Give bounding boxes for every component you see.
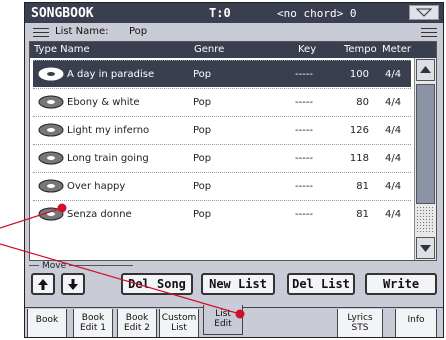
scroll-down-button[interactable] [416, 237, 435, 259]
song-key: ----- [295, 97, 314, 108]
table-header: Type Name Genre Key Tempo Meter [30, 42, 436, 58]
table-row[interactable]: A day in paradise Pop ----- 100 4/4 [33, 60, 411, 87]
song-meter: 4/4 [385, 181, 402, 192]
write-button[interactable]: Write [365, 273, 437, 295]
song-genre: Pop [193, 153, 212, 164]
song-name: Ebony & white [67, 97, 140, 108]
tab-label: Book [125, 313, 149, 323]
tab-label: Custom [161, 313, 197, 323]
song-meter: 4/4 [385, 69, 402, 80]
tab-book-edit-1[interactable]: Book Edit 1 [73, 309, 113, 337]
move-label: Move [39, 261, 70, 271]
song-genre: Pop [193, 69, 212, 80]
song-key: ----- [295, 209, 314, 220]
song-key: ----- [295, 125, 314, 136]
song-genre: Pop [193, 125, 212, 136]
scroll-up-button[interactable] [416, 59, 435, 81]
song-key: ----- [295, 181, 314, 192]
page-menu-button[interactable] [409, 5, 439, 20]
scroll-up-icon [420, 66, 431, 73]
song-name: Long train going [67, 153, 149, 164]
list-name-label: List Name: [55, 26, 109, 37]
song-tempo: 81 [356, 209, 369, 220]
song-disc-icon [38, 179, 64, 193]
song-disc-icon [38, 151, 64, 165]
tab-label: List [215, 309, 231, 319]
header-type-name: Type Name [34, 44, 90, 55]
header-key: Key [298, 44, 317, 55]
song-genre: Pop [193, 209, 212, 220]
arrow-up-icon [38, 279, 48, 290]
song-list-table: Type Name Genre Key Tempo Meter A day in… [29, 41, 437, 261]
song-name: A day in paradise [67, 69, 155, 80]
scroll-down-icon [420, 245, 431, 252]
header-genre: Genre [194, 44, 225, 55]
song-tempo: 80 [356, 97, 369, 108]
table-row[interactable]: Ebony & white Pop ----- 80 4/4 [33, 88, 411, 115]
del-list-button[interactable]: Del List [287, 273, 355, 295]
tab-book-edit-2[interactable]: Book Edit 2 [117, 309, 157, 337]
move-up-button[interactable] [31, 273, 55, 295]
del-song-button[interactable]: Del Song [121, 273, 193, 295]
song-genre: Pop [193, 97, 212, 108]
tab-label: STS [351, 323, 369, 333]
tab-label: Edit 1 [79, 323, 106, 333]
song-key: ----- [295, 153, 314, 164]
arrow-down-icon [68, 279, 78, 290]
list-name-value[interactable]: Pop [129, 26, 147, 37]
song-tempo: 118 [349, 153, 369, 164]
song-key: ----- [295, 69, 314, 80]
song-tempo: 100 [349, 69, 369, 80]
songbook-screen: SONGBOOK T:0 <no chord> 0 List Name: Pop… [24, 2, 444, 338]
tab-custom-list[interactable]: Custom List [159, 309, 199, 337]
song-tempo: 126 [349, 125, 369, 136]
scroll-thumb[interactable] [416, 84, 435, 204]
table-row[interactable]: Senza donne Pop ----- 81 4/4 [33, 200, 411, 227]
song-disc-icon [38, 95, 64, 109]
song-name: Senza donne [67, 209, 132, 220]
table-row[interactable]: Over happy Pop ----- 81 4/4 [33, 172, 411, 199]
song-name: Over happy [67, 181, 126, 192]
song-tempo: 81 [356, 181, 369, 192]
song-disc-icon [38, 207, 64, 221]
tab-label: Info [407, 315, 425, 325]
transpose-value: T:0 [209, 6, 231, 20]
menu-triangle-icon [416, 8, 432, 17]
tab-lyrics-sts[interactable]: Lyrics STS [337, 309, 383, 337]
scrollbar[interactable] [414, 58, 436, 260]
tab-label: Lyrics [347, 313, 373, 323]
song-genre: Pop [193, 181, 212, 192]
tab-label: Edit 2 [123, 323, 150, 333]
list-grip-icon [421, 28, 437, 37]
song-disc-icon [38, 123, 64, 137]
song-meter: 4/4 [385, 209, 402, 220]
song-meter: 4/4 [385, 97, 402, 108]
tab-label: Book [81, 313, 105, 323]
mode-title: SONGBOOK [31, 6, 94, 21]
song-meter: 4/4 [385, 125, 402, 136]
song-meter: 4/4 [385, 153, 402, 164]
tab-label: Edit [214, 319, 232, 329]
tab-label: List [171, 323, 187, 333]
tab-info[interactable]: Info [395, 309, 437, 337]
tab-label: Book [35, 315, 59, 325]
song-name: Light my inferno [67, 125, 150, 136]
scroll-track[interactable] [416, 206, 435, 234]
table-row[interactable]: Light my inferno Pop ----- 126 4/4 [33, 116, 411, 143]
tab-list-edit[interactable]: List Edit [203, 305, 243, 335]
move-down-button[interactable] [61, 273, 85, 295]
tab-book[interactable]: Book [27, 309, 67, 337]
new-list-button[interactable]: New List [201, 273, 275, 295]
chord-display: <no chord> 0 [277, 7, 357, 20]
header-tempo: Tempo [344, 44, 377, 55]
table-row[interactable]: Long train going Pop ----- 118 4/4 [33, 144, 411, 171]
header-meter: Meter [382, 44, 411, 55]
song-disc-icon [38, 67, 64, 81]
title-bar: SONGBOOK T:0 <no chord> 0 [25, 3, 443, 23]
list-name-row: List Name: Pop [33, 24, 437, 42]
list-grip-icon [33, 28, 49, 37]
